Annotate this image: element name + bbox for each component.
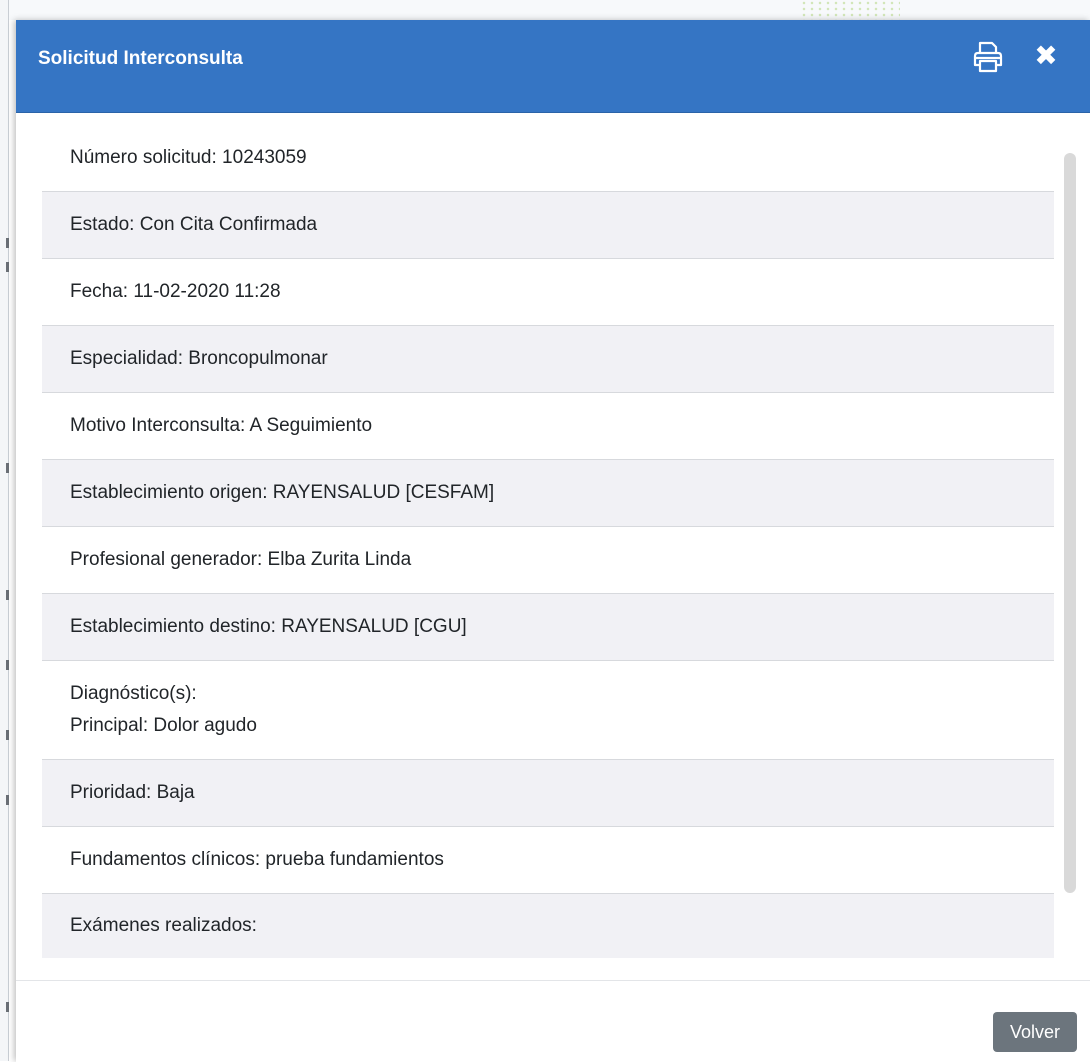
backdrop-edge-tick [6, 590, 9, 600]
modal-header: Solicitud Interconsulta ✖ [16, 20, 1090, 113]
detail-establecimiento-origen: Establecimiento origen: RAYENSALUD [CESF… [42, 460, 1054, 527]
detail-profesional: Profesional generador: Elba Zurita Linda [42, 527, 1054, 594]
close-button[interactable]: ✖ [1034, 41, 1058, 71]
backdrop-edge-tick [6, 262, 9, 272]
backdrop-edge-tick [6, 238, 9, 248]
modal-footer: Volver [16, 980, 1090, 1062]
backdrop-edge-tick [6, 730, 9, 740]
detail-estado: Estado: Con Cita Confirmada [42, 192, 1054, 259]
backdrop-top-strip [0, 0, 1090, 20]
detail-motivo: Motivo Interconsulta: A Seguimiento [42, 393, 1054, 460]
scrollbar-thumb[interactable] [1064, 153, 1076, 893]
backdrop-decoration [800, 0, 900, 20]
detail-examenes: Exámenes realizados: [42, 894, 1054, 958]
diagnostico-principal: Principal: Dolor agudo [70, 715, 257, 736]
backdrop-edge-tick [6, 463, 9, 473]
backdrop-left-edge [0, 0, 9, 1061]
close-icon: ✖ [1034, 40, 1058, 71]
detail-especialidad: Especialidad: Broncopulmonar [42, 326, 1054, 393]
print-button[interactable] [972, 39, 1004, 75]
modal-body: Número solicitud: 10243059 Estado: Con C… [16, 113, 1090, 980]
diagnostico-label: Diagnóstico(s): [70, 683, 197, 704]
volver-button[interactable]: Volver [993, 1012, 1077, 1052]
backdrop-edge-tick [6, 1002, 9, 1012]
detail-prioridad: Prioridad: Baja [42, 760, 1054, 827]
detail-numero-solicitud: Número solicitud: 10243059 [42, 125, 1054, 192]
detail-fecha: Fecha: 11-02-2020 11:28 [42, 259, 1054, 326]
detail-fundamentos: Fundamentos clínicos: prueba fundamiento… [42, 827, 1054, 894]
backdrop-edge-tick [6, 795, 9, 805]
detail-establecimiento-destino: Establecimiento destino: RAYENSALUD [CGU… [42, 594, 1054, 661]
backdrop-edge-tick [6, 660, 9, 670]
detail-diagnostico: Diagnóstico(s): Principal: Dolor agudo [42, 661, 1054, 760]
printer-icon [973, 41, 1003, 73]
modal-title: Solicitud Interconsulta [38, 48, 243, 69]
interconsulta-modal: Solicitud Interconsulta ✖ Número solicit… [16, 20, 1090, 1062]
detail-list: Número solicitud: 10243059 Estado: Con C… [42, 125, 1054, 958]
